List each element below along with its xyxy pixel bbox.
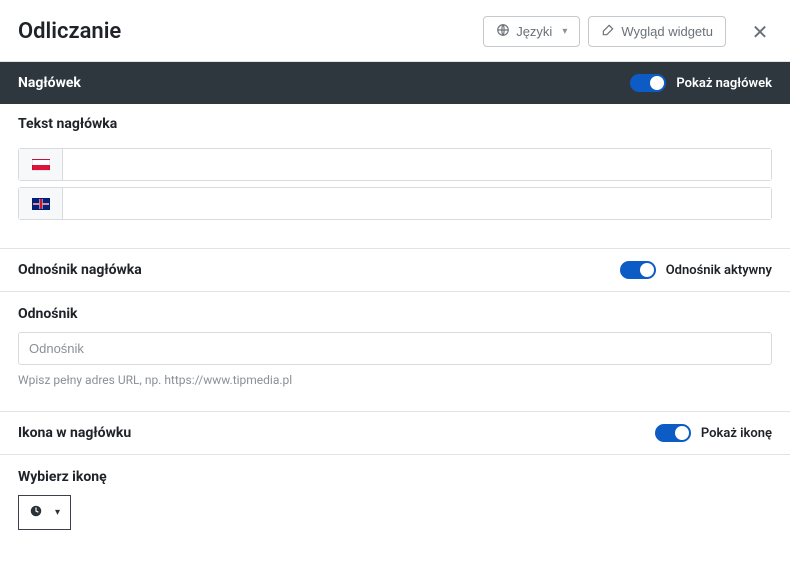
link-field-label: Odnośnik: [18, 306, 772, 322]
flag-gb-icon: [32, 198, 50, 210]
settings-scroll[interactable]: Nagłówek Pokaż nagłówek Tekst nagłówka: [0, 61, 790, 582]
widget-appearance-label: Wygląd widgetu: [621, 24, 713, 39]
link-active-toggle[interactable]: [620, 261, 656, 279]
icon-picker-button[interactable]: ▾: [18, 495, 71, 530]
section-naglowek-title: Nagłówek: [18, 75, 81, 91]
globe-icon: [496, 23, 510, 40]
header-text-row-pl: [18, 148, 772, 181]
wand-icon: [601, 23, 615, 40]
languages-button[interactable]: Języki ▾: [483, 16, 580, 47]
languages-button-label: Języki: [516, 24, 552, 39]
show-icon-toggle-wrap: Pokaż ikonę: [655, 424, 772, 442]
widget-appearance-button[interactable]: Wygląd widgetu: [588, 16, 726, 47]
icon-picker-label: Wybierz ikonę: [18, 469, 772, 485]
flag-gb-cell: [19, 188, 63, 219]
show-header-toggle-label: Pokaż nagłówek: [676, 76, 772, 91]
show-icon-toggle-label: Pokaż ikonę: [701, 426, 772, 441]
link-input[interactable]: [18, 332, 772, 365]
section-odnosnik-title: Odnośnik nagłówka: [18, 262, 142, 278]
flag-pl-icon: [32, 159, 50, 171]
header-text-label: Tekst nagłówka: [0, 104, 790, 138]
close-icon[interactable]: ✕: [748, 20, 772, 44]
show-header-toggle-wrap: Pokaż nagłówek: [630, 74, 772, 92]
section-header-link: Odnośnik nagłówka Odnośnik aktywny Odnoś…: [0, 249, 790, 412]
header-text-row-gb: [18, 187, 772, 220]
section-naglowek-header: Nagłówek Pokaż nagłówek: [0, 62, 790, 104]
header-text-input-gb[interactable]: [63, 188, 771, 219]
flag-pl-cell: [19, 149, 63, 180]
section-header-icon: Ikona w nagłówku Pokaż ikonę Wybierz iko…: [0, 412, 790, 554]
header-text-input-pl[interactable]: [63, 149, 771, 180]
link-help-text: Wpisz pełny adres URL, np. https://www.t…: [18, 373, 772, 387]
section-ikona-title: Ikona w nagłówku: [18, 425, 131, 441]
show-header-toggle[interactable]: [630, 74, 666, 92]
clock-icon: [29, 503, 43, 522]
section-ikona-header: Ikona w nagłówku Pokaż ikonę: [0, 412, 790, 455]
chevron-down-icon: ▾: [562, 26, 567, 37]
link-active-toggle-label: Odnośnik aktywny: [666, 263, 772, 278]
section-odnosnik-header: Odnośnik nagłówka Odnośnik aktywny: [0, 249, 790, 292]
chevron-down-icon: ▾: [55, 507, 60, 518]
link-active-toggle-wrap: Odnośnik aktywny: [620, 261, 772, 279]
header-actions: Języki ▾ Wygląd widgetu ✕: [483, 16, 772, 47]
page-header: Odliczanie Języki ▾ Wygląd widgetu ✕: [0, 0, 790, 61]
section-header-text: Nagłówek Pokaż nagłówek Tekst nagłówka: [0, 62, 790, 249]
show-icon-toggle[interactable]: [655, 424, 691, 442]
page-title: Odliczanie: [18, 19, 483, 44]
